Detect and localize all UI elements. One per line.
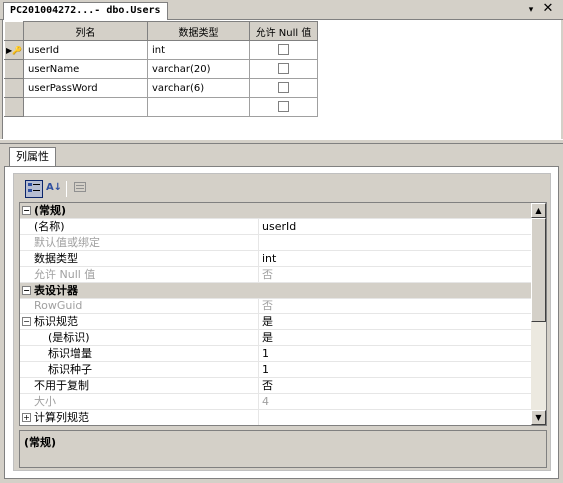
row-selector[interactable]: [4, 59, 24, 79]
property-name: 标识增量: [48, 347, 92, 360]
pane-splitter[interactable]: [0, 139, 563, 144]
property-grid-container: A↓ − (常规) (名称) userId 默认值或绑定 数据类型 int 允许 Null 值…: [13, 173, 551, 471]
property-value[interactable]: userId: [258, 219, 530, 234]
primary-key-icon[interactable]: ▶🔑: [4, 40, 24, 60]
allow-null-checkbox[interactable]: [278, 63, 289, 75]
allow-null-cell[interactable]: [249, 40, 318, 60]
property-toolbar: A↓: [21, 178, 541, 200]
scroll-down-button[interactable]: ▼: [531, 410, 546, 425]
alphabetical-sort-icon[interactable]: A↓: [45, 180, 63, 198]
property-name: (常规): [34, 204, 67, 217]
allow-null-cell[interactable]: [249, 59, 318, 79]
column-grid: 列名 数据类型 允许 Null 值 ▶🔑 userId int userName…: [4, 21, 318, 117]
property-value[interactable]: 否: [258, 378, 530, 393]
property-category[interactable]: − (常规): [20, 203, 532, 219]
property-description-panel: (常规): [19, 430, 547, 468]
table-row[interactable]: [4, 97, 318, 117]
close-icon[interactable]: ✕: [541, 2, 555, 16]
column-header-type[interactable]: 数据类型: [147, 21, 250, 41]
tab-column-properties[interactable]: 列属性: [9, 147, 56, 167]
allow-null-cell[interactable]: [249, 78, 318, 98]
scroll-up-button[interactable]: ▲: [531, 203, 546, 218]
column-name-cell[interactable]: userName: [23, 59, 148, 79]
property-row[interactable]: − 标识规范 是: [20, 314, 532, 330]
property-row[interactable]: 不用于复制 否: [20, 378, 532, 394]
data-type-cell[interactable]: int: [147, 40, 250, 60]
property-row[interactable]: RowGuid 否: [20, 298, 532, 314]
property-value[interactable]: 否: [258, 298, 530, 313]
property-category[interactable]: − 表设计器: [20, 283, 532, 299]
grid-header-row: 列名 数据类型 允许 Null 值: [4, 21, 318, 41]
property-value[interactable]: 1: [258, 346, 530, 361]
property-row[interactable]: 数据类型 int: [20, 251, 532, 267]
grid-corner: [4, 21, 24, 41]
property-pages-icon[interactable]: [71, 180, 89, 198]
allow-null-checkbox[interactable]: [278, 101, 289, 113]
collapse-icon[interactable]: −: [22, 286, 31, 295]
vertical-scrollbar[interactable]: ▲ ▼: [531, 203, 546, 425]
allow-null-checkbox[interactable]: [278, 44, 289, 56]
property-name: 数据类型: [34, 252, 78, 265]
row-selector[interactable]: [4, 97, 24, 117]
column-name-cell[interactable]: [23, 97, 148, 117]
property-name: 允许 Null 值: [34, 268, 96, 281]
table-designer-window: PC201004272...- dbo.Users ▾ ✕ 列名 数据类型 允许…: [0, 0, 563, 483]
column-name-cell[interactable]: userPassWord: [23, 78, 148, 98]
data-type-cell[interactable]: [147, 97, 250, 117]
property-row[interactable]: 默认值或绑定: [20, 235, 532, 251]
property-value[interactable]: 否: [258, 267, 530, 282]
property-name: 不用于复制: [34, 379, 89, 392]
property-name: 默认值或绑定: [34, 236, 100, 249]
property-row[interactable]: 允许 Null 值 否: [20, 267, 532, 283]
property-value[interactable]: [258, 410, 530, 425]
categorized-icon[interactable]: [25, 180, 43, 198]
column-designer-grid-area: 列名 数据类型 允许 Null 值 ▶🔑 userId int userName…: [2, 20, 561, 139]
property-row[interactable]: 标识增量 1: [20, 346, 532, 362]
document-tab[interactable]: PC201004272...- dbo.Users: [3, 2, 168, 20]
property-value[interactable]: 是: [258, 330, 530, 345]
property-name: 标识种子: [48, 363, 92, 376]
expand-icon[interactable]: +: [22, 413, 31, 422]
property-description-title: (常规): [24, 436, 57, 449]
column-properties-pane: A↓ − (常规) (名称) userId 默认值或绑定 数据类型 int 允许 Null 值…: [4, 166, 559, 479]
collapse-icon[interactable]: −: [22, 206, 31, 215]
toolbar-separator: [66, 181, 67, 197]
row-selector[interactable]: [4, 78, 24, 98]
column-name-cell[interactable]: userId: [23, 40, 148, 60]
property-row[interactable]: (是标识) 是: [20, 330, 532, 346]
table-row[interactable]: userName varchar(20): [4, 59, 318, 79]
property-row[interactable]: 标识种子 1: [20, 362, 532, 378]
property-row[interactable]: 大小 4: [20, 394, 532, 410]
collapse-icon[interactable]: −: [22, 317, 31, 326]
property-row[interactable]: + 计算列规范: [20, 410, 532, 425]
property-name: (是标识): [48, 331, 90, 344]
property-name: (名称): [34, 220, 65, 233]
table-row[interactable]: userPassWord varchar(6): [4, 78, 318, 98]
property-name: 标识规范: [34, 315, 78, 328]
table-row[interactable]: ▶🔑 userId int: [4, 40, 318, 60]
document-tab-strip: PC201004272...- dbo.Users ▾ ✕: [0, 0, 563, 20]
property-value[interactable]: 4: [258, 394, 530, 409]
property-value[interactable]: int: [258, 251, 530, 266]
data-type-cell[interactable]: varchar(6): [147, 78, 250, 98]
property-row[interactable]: (名称) userId: [20, 219, 532, 235]
data-type-cell[interactable]: varchar(20): [147, 59, 250, 79]
allow-null-checkbox[interactable]: [278, 82, 289, 94]
column-header-allow-null[interactable]: 允许 Null 值: [249, 21, 318, 41]
allow-null-cell[interactable]: [249, 97, 318, 117]
property-name: 大小: [34, 395, 56, 408]
chevron-down-icon[interactable]: ▾: [525, 3, 537, 17]
property-name: 表设计器: [34, 284, 78, 297]
property-value[interactable]: [258, 235, 530, 250]
property-grid: − (常规) (名称) userId 默认值或绑定 数据类型 int 允许 Null 值否 − 表…: [19, 202, 547, 426]
property-name: RowGuid: [34, 299, 83, 312]
scrollbar-thumb[interactable]: [531, 218, 546, 322]
property-value[interactable]: 1: [258, 362, 530, 377]
property-name: 计算列规范: [34, 411, 89, 424]
column-header-name[interactable]: 列名: [23, 21, 148, 41]
property-value[interactable]: 是: [258, 314, 530, 329]
